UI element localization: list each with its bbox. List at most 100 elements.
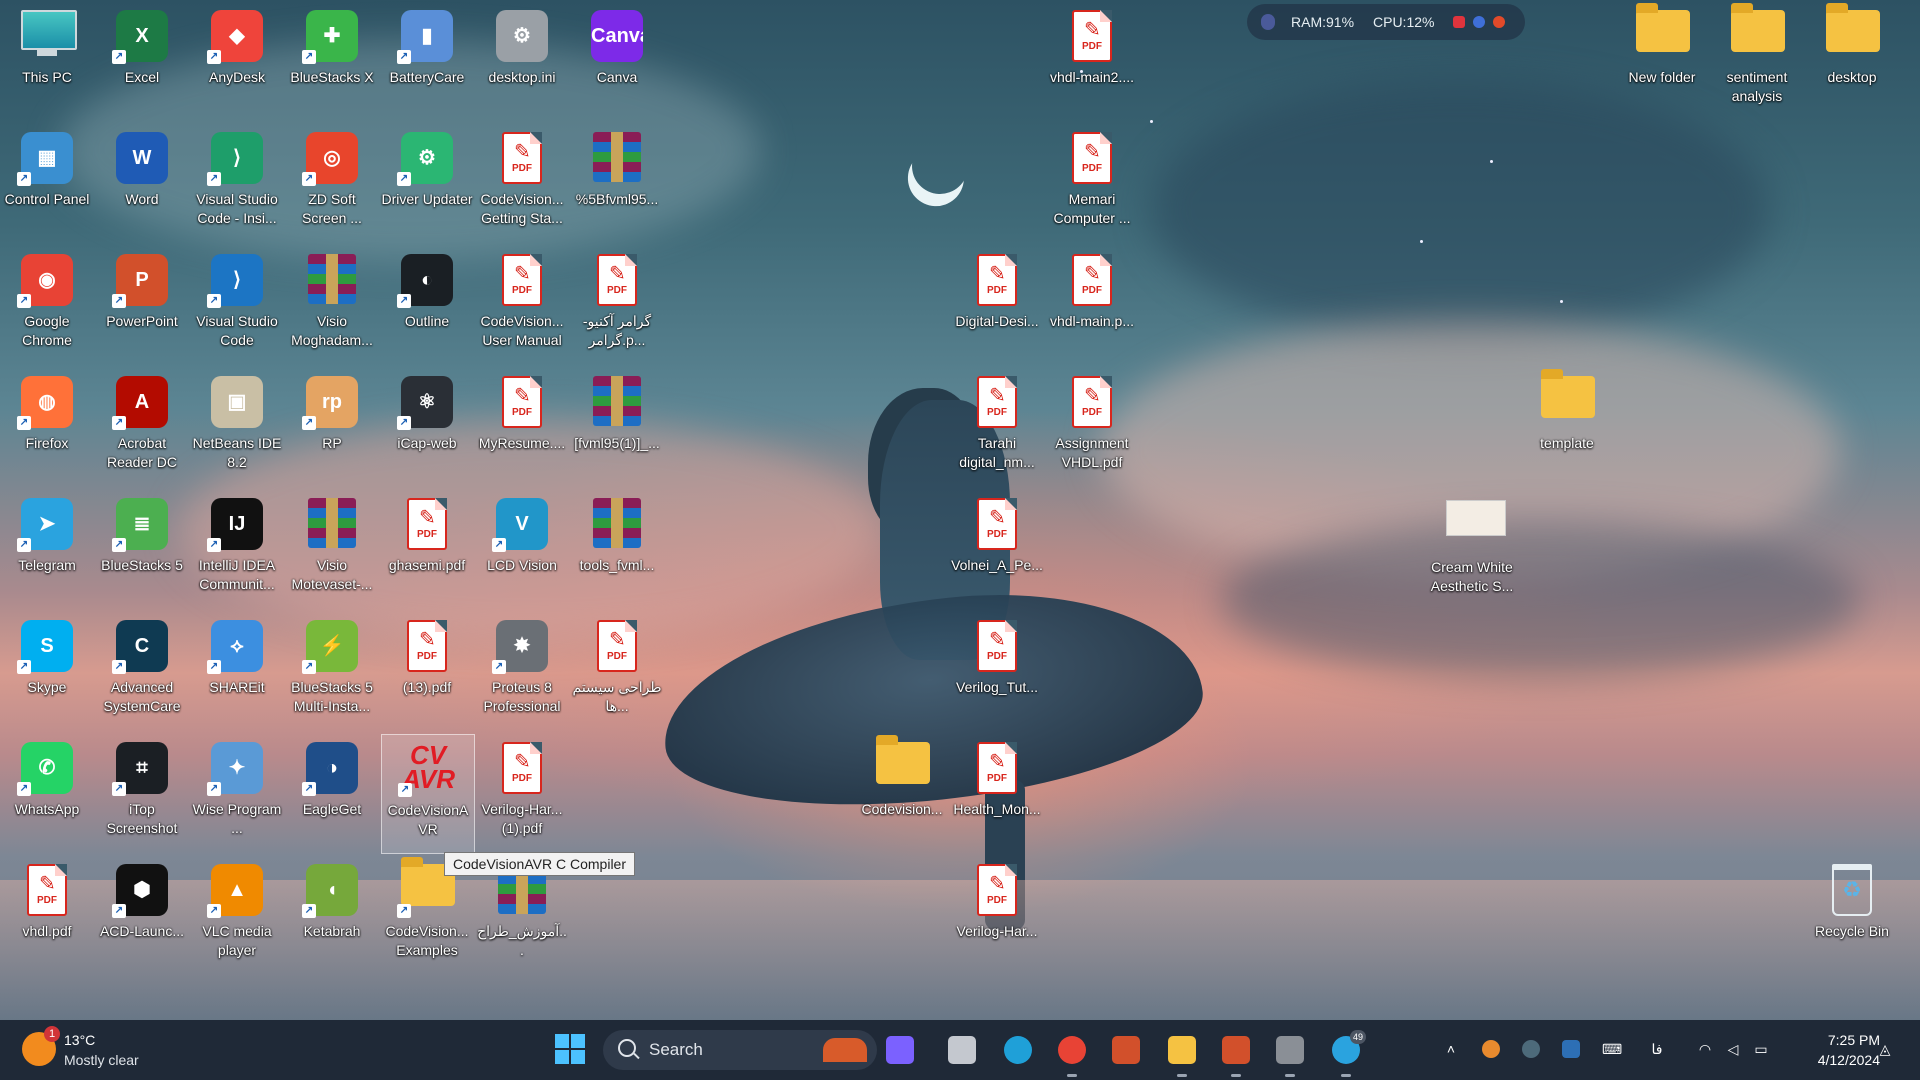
desktop-icon[interactable]: ✎ PDF Tarahi digital_nm... (951, 368, 1043, 486)
app-icon: ✦ ↗ (207, 742, 263, 796)
tray-app-icon[interactable] (1522, 1040, 1540, 1058)
taskbar-app-task-view[interactable] (942, 1030, 982, 1070)
defender-icon[interactable] (1562, 1040, 1580, 1058)
desktop-icon[interactable]: New folder (1616, 2, 1708, 120)
language-indicator[interactable]: فا (1648, 1040, 1666, 1058)
desktop-icon[interactable]: ⚙ desktop.ini (476, 2, 568, 120)
desktop-icon[interactable]: ≣ ↗ BlueStacks 5 (96, 490, 188, 608)
desktop-icon[interactable]: ✎ PDF vhdl-main2.... (1046, 2, 1138, 120)
desktop-icon[interactable]: ✎ PDF Volnei_A_Pe... (951, 490, 1043, 608)
desktop-icon[interactable]: ⟩ ↗ Visual Studio Code (191, 246, 283, 364)
hardware-monitor-widget[interactable]: RAM:91% CPU:12% (1247, 4, 1525, 40)
battery-icon[interactable]: ▭ (1752, 1040, 1770, 1058)
chevron-up-icon[interactable]: ˄ (1442, 1040, 1460, 1058)
desktop-icon[interactable]: C ↗ Advanced SystemCare (96, 612, 188, 730)
desktop-icon[interactable]: ✎ PDF Health_Mon... (951, 734, 1043, 852)
desktop-icon[interactable]: ✚ ↗ BlueStacks X (286, 2, 378, 120)
desktop-icon[interactable]: ✎ PDF CodeVision... User Manual (476, 246, 568, 364)
desktop-icon[interactable]: W Word (96, 124, 188, 242)
desktop-icon[interactable]: ⌗ ↗ iTop Screenshot (96, 734, 188, 852)
desktop-icon[interactable]: rp ↗ RP (286, 368, 378, 486)
start-button[interactable] (555, 1034, 587, 1066)
taskbar-app-chrome[interactable] (1052, 1030, 1092, 1077)
desktop-icon[interactable]: ✎ PDF vhdl-main.p... (1046, 246, 1138, 364)
desktop-icon[interactable]: ✆ ↗ WhatsApp (1, 734, 93, 852)
desktop-icon[interactable]: ✎ PDF Verilog-Har... (1).pdf (476, 734, 568, 852)
desktop-icon[interactable]: CV AVR ↗ CodeVisionA VR (381, 734, 475, 854)
taskbar: 1 13°C Mostly clear Search 49 ˄ ⌨ فا ◠ ◁… (0, 1020, 1920, 1080)
desktop-icon[interactable]: ✎ PDF طراحی سیستم ها... (571, 612, 663, 730)
desktop-icon[interactable]: ⬢ ↗ ACD-Launc... (96, 856, 188, 974)
desktop-icon[interactable]: X ↗ Excel (96, 2, 188, 120)
taskbar-app-presenter[interactable] (1106, 1030, 1146, 1070)
desktop-icon[interactable]: ✎ PDF CodeVision... Getting Sta... (476, 124, 568, 242)
desktop-icon[interactable]: ▦ ↗ Control Panel (1, 124, 93, 242)
taskbar-app-proteus[interactable] (1270, 1030, 1310, 1077)
tray-app-icon[interactable] (1482, 1040, 1500, 1058)
desktop-icon[interactable]: P ↗ PowerPoint (96, 246, 188, 364)
volume-icon[interactable]: ◁ (1724, 1040, 1742, 1058)
clock[interactable]: 7:25 PM 4/12/2024 (1780, 1030, 1880, 1070)
desktop-icon[interactable]: This PC (1, 2, 93, 120)
desktop-icon[interactable]: template (1521, 368, 1613, 486)
desktop-icon[interactable]: ♻ Recycle Bin (1806, 856, 1898, 974)
desktop-icon[interactable]: ◐ ↗ Outline (381, 246, 473, 364)
keyboard-icon[interactable]: ⌨ (1602, 1040, 1622, 1058)
monitor-icon (1261, 14, 1275, 30)
taskbar-app-edge[interactable] (998, 1030, 1038, 1070)
desktop-icon[interactable]: ⚙ ↗ Driver Updater (381, 124, 473, 242)
desktop-icon[interactable]: Visio Motevaset-... (286, 490, 378, 608)
desktop-icon[interactable]: ✎ PDF Verilog_Tut... (951, 612, 1043, 730)
desktop-icon[interactable]: sentiment analysis (1711, 2, 1803, 120)
desktop-icon[interactable]: ✎ PDF MyResume.... (476, 368, 568, 486)
desktop-icon[interactable]: ✸ ↗ Proteus 8 Professional (476, 612, 568, 730)
desktop-icon[interactable]: ✎ PDF Digital-Desi... (951, 246, 1043, 364)
desktop-icon[interactable]: ▣ NetBeans IDE 8.2 (191, 368, 283, 486)
desktop-icon[interactable]: ◎ ↗ ZD Soft Screen ... (286, 124, 378, 242)
desktop-icon[interactable]: ⟩ ↗ Visual Studio Code - Insi... (191, 124, 283, 242)
desktop-icon[interactable]: ✎ PDF Verilog-Har... (951, 856, 1043, 974)
desktop-icon[interactable]: S ↗ Skype (1, 612, 93, 730)
desktop-icon[interactable]: ✎ PDF vhdl.pdf (1, 856, 93, 974)
desktop-icon[interactable]: Codevision... (856, 734, 948, 852)
desktop-icon[interactable]: ▲ ↗ VLC media player (191, 856, 283, 974)
desktop-icon[interactable]: ✎ PDF ghasemi.pdf (381, 490, 473, 608)
taskbar-search[interactable]: Search (603, 1030, 877, 1070)
taskbar-app-powerpoint[interactable] (1216, 1030, 1256, 1077)
desktop-icon[interactable]: ⚛ ↗ iCap-web (381, 368, 473, 486)
taskbar-app-file-explorer[interactable] (1162, 1030, 1202, 1077)
desktop-icon[interactable]: ◆ ↗ AnyDesk (191, 2, 283, 120)
desktop-icon[interactable]: A ↗ Acrobat Reader DC (96, 368, 188, 486)
desktop-icon[interactable]: ✎ PDF Memari Computer ... (1046, 124, 1138, 242)
desktop-icon[interactable]: Cream White Aesthetic S... (1426, 490, 1518, 608)
desktop-icon[interactable]: Visio Moghadam... (286, 246, 378, 364)
desktop-icon-label: Excel (124, 69, 160, 85)
notification-bell-icon[interactable]: ◬ (1876, 1040, 1894, 1058)
desktop-icon[interactable]: V ↗ LCD Vision (476, 490, 568, 608)
desktop-icon[interactable]: ◖ ↗ Ketabrah (286, 856, 378, 974)
taskbar-app-copilot[interactable] (880, 1030, 920, 1070)
taskbar-app-telegram[interactable]: 49 (1326, 1030, 1366, 1077)
desktop-icon[interactable]: ▮ ↗ BatteryCare (381, 2, 473, 120)
desktop-icon[interactable]: ✦ ↗ Wise Program ... (191, 734, 283, 852)
desktop-icon[interactable]: ✎ PDF گرامر آکنیو-گرامر.p... (571, 246, 663, 364)
desktop-icon[interactable]: ◑ ↗ EagleGet (286, 734, 378, 852)
desktop-icon[interactable]: ✎ PDF (13).pdf (381, 612, 473, 730)
desktop-icon[interactable]: ⚡ ↗ BlueStacks 5 Multi-Insta... (286, 612, 378, 730)
desktop-icon[interactable]: ➤ ↗ Telegram (1, 490, 93, 608)
desktop-icon[interactable]: Canva Canva (571, 2, 663, 120)
desktop-icon[interactable]: ✎ PDF Assignment VHDL.pdf (1046, 368, 1138, 486)
desktop-icon[interactable]: ⟡ ↗ SHAREit (191, 612, 283, 730)
desktop-icon[interactable]: tools_fvml... (571, 490, 663, 608)
pdf-file-icon: ✎ PDF (1066, 254, 1118, 306)
desktop-icon[interactable]: ◉ ↗ Google Chrome (1, 246, 93, 364)
desktop-icon[interactable]: IJ ↗ IntelliJ IDEA Communit... (191, 490, 283, 608)
desktop-icon[interactable]: %5Bfvml95... (571, 124, 663, 242)
arrow-icon[interactable] (1473, 16, 1485, 28)
desktop-icon[interactable]: ◍ ↗ Firefox (1, 368, 93, 486)
bell-icon[interactable] (1493, 16, 1505, 28)
wifi-icon[interactable]: ◠ (1696, 1040, 1714, 1058)
record-icon[interactable] (1453, 16, 1465, 28)
desktop-icon[interactable]: [fvml95(1)]_... (571, 368, 663, 486)
desktop-icon[interactable]: desktop (1806, 2, 1898, 120)
